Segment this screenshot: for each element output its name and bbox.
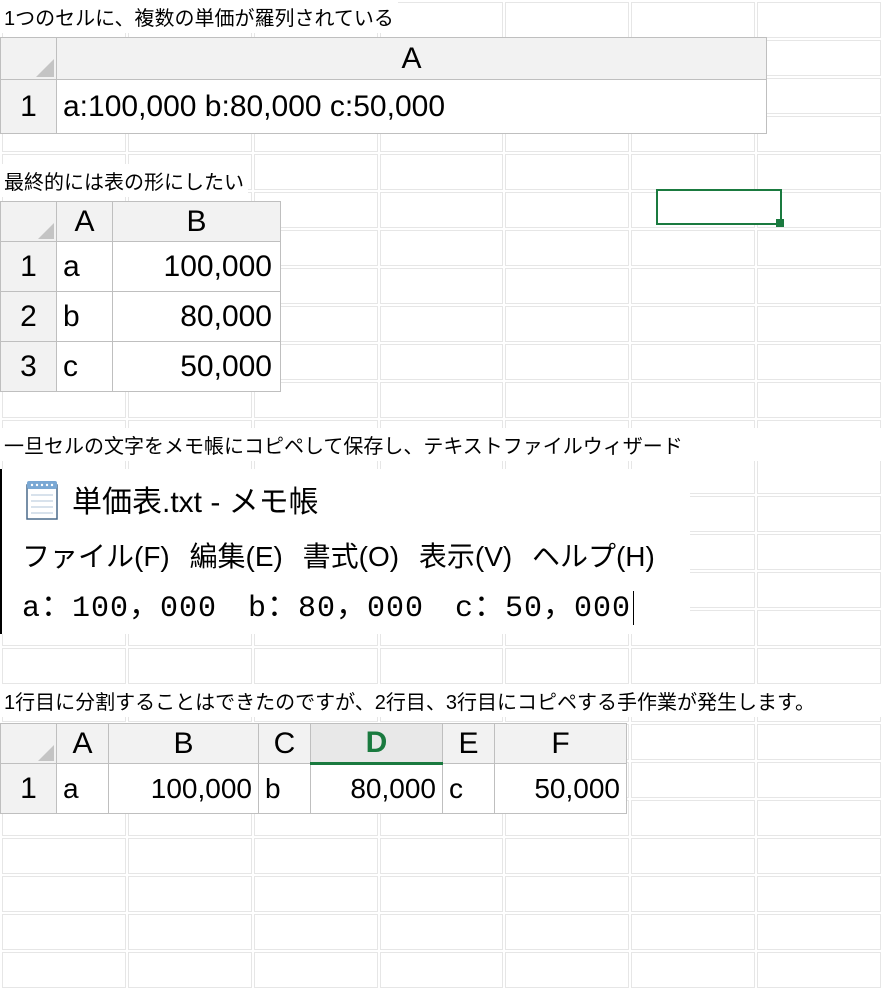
text-cursor — [633, 591, 634, 625]
spreadsheet-1: A 1 a:100,000 b:80,000 c:50,000 — [0, 37, 767, 134]
cell-A2[interactable]: b — [57, 292, 113, 342]
menu-edit[interactable]: 編集(E) — [190, 541, 283, 572]
cell-A1[interactable]: a:100,000 b:80,000 c:50,000 — [57, 80, 767, 134]
menu-view[interactable]: 表示(V) — [419, 541, 512, 572]
selected-cell[interactable] — [656, 189, 782, 225]
col-header-A[interactable]: A — [57, 38, 767, 80]
cell-A1[interactable]: a — [57, 242, 113, 292]
col-header-A[interactable]: A — [57, 724, 109, 764]
col-header-E[interactable]: E — [443, 724, 495, 764]
col-header-B[interactable]: B — [113, 202, 281, 242]
caption-3: 一旦セルの文字をメモ帳にコピペして保存し、テキストファイルウィザード — [0, 428, 883, 461]
cell-C1[interactable]: b — [259, 764, 311, 814]
caption-2: 最終的には表の形にしたい — [0, 164, 248, 197]
spreadsheet-3: A B C D E F 1 a 100,000 b 80,000 c 50,00… — [0, 723, 627, 814]
cell-B1[interactable]: 100,000 — [109, 764, 259, 814]
row-header-1[interactable]: 1 — [1, 80, 57, 134]
caption-4: 1行目に分割することはできたのですが、2行目、3行目にコピペする手作業が発生しま… — [0, 684, 883, 717]
select-all-corner-2[interactable] — [1, 202, 57, 242]
cell-A1[interactable]: a — [57, 764, 109, 814]
col-header-D[interactable]: D — [311, 724, 443, 764]
cell-B1[interactable]: 100,000 — [113, 242, 281, 292]
col-header-F[interactable]: F — [495, 724, 627, 764]
menu-help[interactable]: ヘルプ(H) — [532, 541, 655, 572]
row-header[interactable]: 1 — [1, 242, 57, 292]
menu-format[interactable]: 書式(O) — [303, 541, 399, 572]
notepad-window: 単価表.txt - メモ帳 ファイル(F) 編集(E) 書式(O) 表示(V) … — [0, 469, 690, 634]
notepad-icon — [22, 477, 62, 521]
cell-D1[interactable]: 80,000 — [311, 764, 443, 814]
notepad-titlebar: 単価表.txt - メモ帳 — [22, 477, 680, 521]
cell-A3[interactable]: c — [57, 342, 113, 392]
cell-B2[interactable]: 80,000 — [113, 292, 281, 342]
select-all-corner-3[interactable] — [1, 724, 57, 764]
col-header-A[interactable]: A — [57, 202, 113, 242]
menu-file[interactable]: ファイル(F) — [22, 541, 170, 572]
row-header[interactable]: 3 — [1, 342, 57, 392]
col-header-B[interactable]: B — [109, 724, 259, 764]
cell-E1[interactable]: c — [443, 764, 495, 814]
notepad-title: 単価表.txt - メモ帳 — [72, 477, 319, 521]
caption-1: 1つのセルに、複数の単価が羅列されている — [0, 0, 398, 33]
row-header[interactable]: 2 — [1, 292, 57, 342]
spreadsheet-2: A B 1 a 100,000 2 b 80,000 3 c 50,000 — [0, 201, 281, 392]
notepad-textarea[interactable]: a：100，000 b：80，000 c：50，000 — [22, 581, 680, 626]
cell-B3[interactable]: 50,000 — [113, 342, 281, 392]
cell-F1[interactable]: 50,000 — [495, 764, 627, 814]
row-header-1[interactable]: 1 — [1, 764, 57, 814]
notepad-menubar: ファイル(F) 編集(E) 書式(O) 表示(V) ヘルプ(H) — [22, 535, 680, 575]
col-header-C[interactable]: C — [259, 724, 311, 764]
select-all-corner[interactable] — [1, 38, 57, 80]
notepad-text: a：100，000 b：80，000 c：50，000 — [22, 592, 631, 626]
